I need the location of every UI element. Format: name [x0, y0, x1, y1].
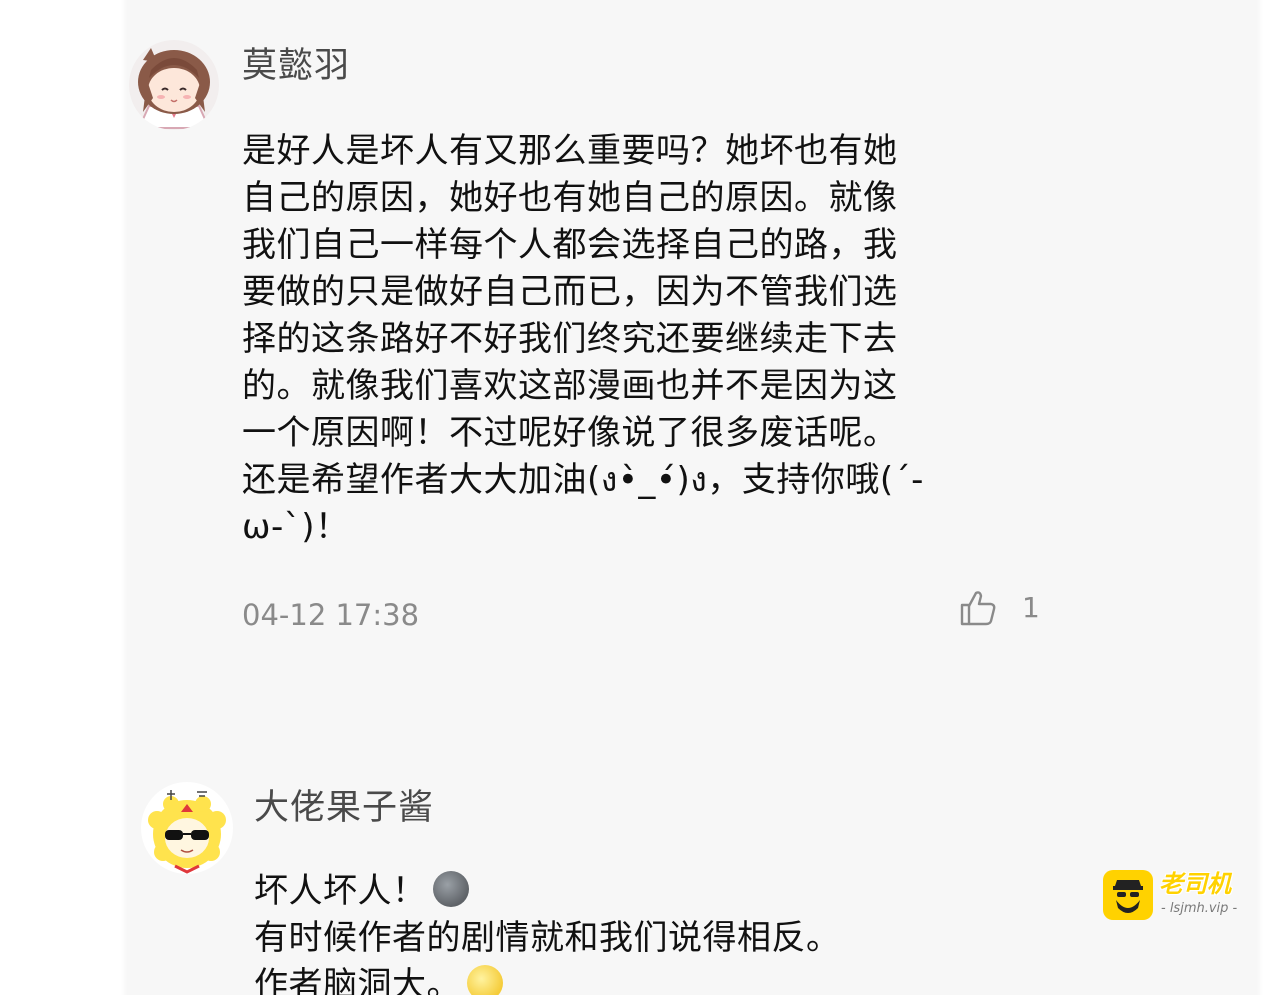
comment-line: 是好人是坏人有又那么重要吗？她坏也有她 — [242, 131, 898, 171]
smiling-face-emoji-icon — [467, 965, 503, 995]
panel-left-edge — [121, 0, 127, 995]
watermark-title: 老司机 — [1159, 870, 1231, 898]
comment-line: 要做的只是做好自己而已，因为不管我们选 — [242, 272, 898, 312]
bearded-driver-icon — [1103, 870, 1153, 920]
like-count: 1 — [1022, 591, 1040, 624]
comment-body: 是好人是坏人有又那么重要吗？她坏也有她 自己的原因，她好也有她自己的原因。就像 … — [242, 128, 1002, 551]
comment-line: ω-`)！ — [242, 507, 350, 547]
commenter-username[interactable]: 大佬果子酱 — [254, 788, 434, 828]
commenter-username[interactable]: 莫懿羽 — [242, 46, 350, 86]
comment-line: 择的这条路好不好我们终究还要继续走下去 — [242, 319, 898, 359]
comment-line: 作者脑洞大。 — [254, 965, 461, 995]
thumbs-up-icon — [960, 591, 996, 626]
like-button[interactable]: 1 — [958, 586, 1040, 630]
commenter-avatar[interactable] — [129, 40, 219, 130]
comment-line: 还是希望作者大大加油(ง•̀_•́)ง，支持你哦(´- — [242, 460, 924, 500]
panel-right-edge — [1257, 0, 1263, 995]
comment-line-with-emoji: 坏人坏人！ — [254, 868, 1014, 915]
commenter-avatar[interactable] — [141, 782, 233, 874]
comment-line: 一个原因啊！不过呢好像说了很多废话呢。 — [242, 413, 898, 453]
anime-girl-avatar-icon — [129, 40, 219, 130]
comment-line: 自己的原因，她好也有她自己的原因。就像 — [242, 178, 898, 218]
new-moon-face-emoji-icon — [432, 871, 469, 907]
comment-line: 我们自己一样每个人都会选择自己的路，我 — [242, 225, 898, 265]
comment-line: 的。就像我们喜欢这部漫画也并不是因为这 — [242, 366, 898, 406]
comment-line: 有时候作者的剧情就和我们说得相反。 — [254, 918, 841, 958]
site-watermark: 老司机 - lsjmh.vip - — [1103, 870, 1259, 924]
comment-line: 坏人坏人！ — [254, 871, 427, 911]
comment-line-with-emoji: 作者脑洞大。 — [254, 962, 1014, 995]
watermark-url: - lsjmh.vip - — [1161, 901, 1238, 916]
comment-timestamp: 04-12 17:38 — [242, 598, 420, 632]
sunglasses-cartoon-avatar-icon — [141, 782, 233, 874]
comment-page: 莫懿羽 是好人是坏人有又那么重要吗？她坏也有她 自己的原因，她好也有她自己的原因… — [0, 0, 1274, 995]
comment-body: 坏人坏人！ 有时候作者的剧情就和我们说得相反。 作者脑洞大。 — [254, 868, 1014, 995]
bearded-driver-glyph-icon — [1113, 880, 1143, 913]
